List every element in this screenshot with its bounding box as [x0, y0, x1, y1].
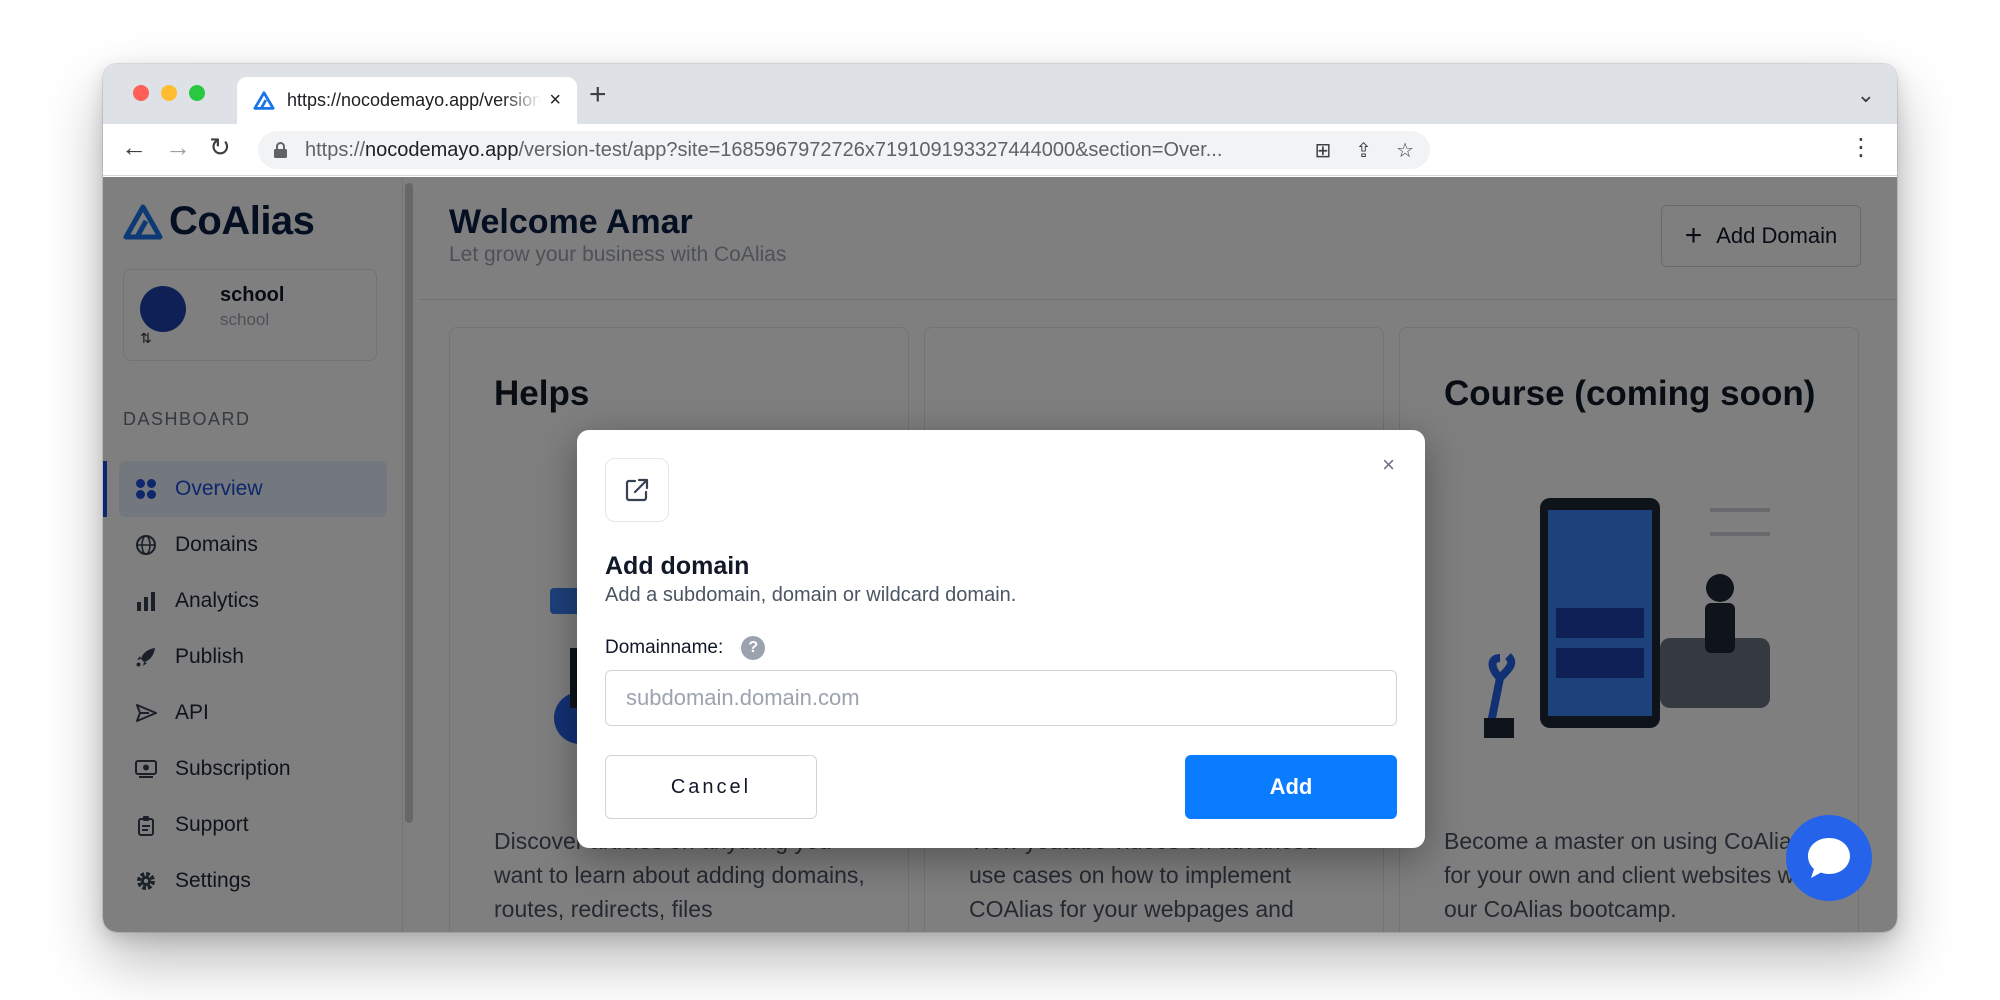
minimize-window-button[interactable]: [161, 85, 177, 101]
browser-toolbar: ← → ↻ https://nocodemayo.app/version-tes…: [103, 124, 1897, 176]
chat-icon: [1808, 838, 1850, 878]
lock-icon: [274, 142, 287, 158]
modal-title: Add domain: [605, 552, 750, 580]
browser-menu-icon[interactable]: ⋮: [1849, 136, 1873, 160]
domain-field-label: Domainname: ?: [605, 636, 766, 660]
tab-search-chevron-icon[interactable]: ⌄: [1857, 82, 1875, 108]
modal-subtitle: Add a subdomain, domain or wildcard doma…: [605, 584, 1017, 606]
new-tab-button[interactable]: +: [589, 80, 607, 110]
back-arrow-icon[interactable]: ←: [121, 134, 147, 160]
reload-icon[interactable]: ↻: [209, 134, 231, 160]
domain-field-label-text: Domainname:: [605, 637, 724, 658]
tab-strip: https://nocodemayo.app/version-test × + …: [103, 64, 1897, 124]
add-domain-modal: × Add domain Add a subdomain, domain or …: [577, 430, 1425, 848]
address-bar[interactable]: https://nocodemayo.app/version-test/app?…: [258, 131, 1430, 169]
domain-name-input[interactable]: [605, 670, 1397, 726]
translate-icon[interactable]: ⊞: [1315, 138, 1332, 163]
close-window-button[interactable]: [133, 85, 149, 101]
modal-icon-box: [605, 458, 669, 522]
tab-close-icon[interactable]: ×: [549, 89, 561, 112]
help-icon[interactable]: ?: [741, 636, 766, 660]
forward-arrow-icon[interactable]: →: [165, 134, 191, 160]
web-page: CoAlias ⇅ school school DASHBOARD Overvi…: [103, 177, 1897, 932]
add-button[interactable]: Add: [1185, 755, 1397, 819]
coalias-favicon-icon: [253, 90, 275, 110]
bookmark-star-icon[interactable]: ☆: [1396, 138, 1414, 163]
url-text: https://nocodemayo.app/version-test/app?…: [305, 138, 1223, 161]
cancel-button[interactable]: Cancel: [605, 755, 817, 819]
tab-title: https://nocodemayo.app/version-test: [287, 90, 542, 110]
maximize-window-button[interactable]: [189, 85, 205, 101]
chat-widget-button[interactable]: [1786, 815, 1872, 901]
close-icon[interactable]: ×: [1382, 454, 1395, 476]
browser-window: https://nocodemayo.app/version-test × + …: [103, 64, 1897, 932]
share-icon[interactable]: ⇪: [1355, 138, 1372, 163]
external-link-icon: [625, 478, 649, 502]
browser-tab[interactable]: https://nocodemayo.app/version-test ×: [237, 77, 577, 124]
